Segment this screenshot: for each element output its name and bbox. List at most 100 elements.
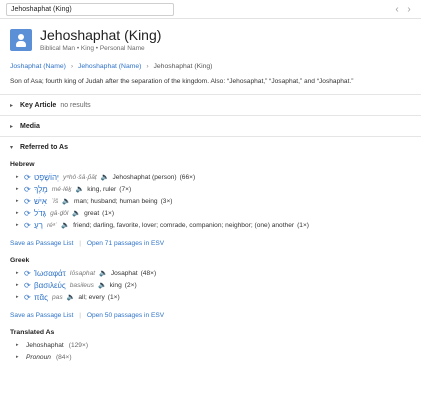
lemma-count: (1×): [107, 293, 120, 301]
section-referred[interactable]: ▾ Referred to As: [10, 137, 411, 157]
lemma-gloss: Jehoshaphat (person): [112, 173, 177, 181]
breadcrumb: Joshaphat (Name) › Jehoshaphat (Name) › …: [10, 63, 411, 70]
speaker-icon[interactable]: 🔈: [76, 185, 85, 193]
page-subtitle: Biblical Man • King • Personal Name: [40, 45, 145, 52]
lemma-gloss: king: [109, 281, 122, 289]
refresh-icon[interactable]: ⟳: [24, 185, 34, 194]
refresh-icon[interactable]: ⟳: [24, 173, 34, 182]
expand-icon: ▸: [16, 198, 19, 204]
page-title: Jehoshaphat (King): [40, 27, 162, 43]
lemma-translit: yᵉhô·šā·p̄āṭ: [63, 173, 97, 181]
speaker-icon[interactable]: 🔈: [62, 197, 71, 205]
page-header: Jehoshaphat (King) Biblical Man • King •…: [10, 27, 411, 53]
description: Son of Asa; fourth king of Judah after t…: [10, 78, 354, 85]
lemma-gloss: great: [84, 209, 100, 217]
translation-count: (129×): [68, 341, 89, 349]
lemma-gloss: man; husband; human being: [74, 197, 158, 205]
lemma-gloss: all; every: [78, 293, 105, 301]
lemma-original[interactable]: גָּדֹל: [34, 209, 46, 218]
lemma-count: (3×): [160, 197, 173, 205]
refresh-icon[interactable]: ⟳: [24, 281, 34, 290]
refresh-icon[interactable]: ⟳: [24, 221, 34, 230]
lemma-original[interactable]: מֶלֶךְ: [34, 185, 48, 194]
lemma-gloss: friend; darling, favorite, lover; comrad…: [73, 221, 295, 229]
expand-icon: ▸: [10, 123, 14, 130]
language-heading-hebrew: Hebrew: [10, 161, 35, 168]
translation-count: (84×): [55, 353, 72, 361]
translation-term: Pronoun: [26, 353, 51, 361]
speaker-icon[interactable]: 🔈: [72, 209, 81, 217]
refresh-icon[interactable]: ⟳: [24, 197, 34, 206]
expand-icon: ▸: [16, 222, 19, 228]
lemma-original[interactable]: Ἰωσαφάτ: [34, 269, 66, 278]
lemma-count: (2×): [124, 281, 137, 289]
expand-icon: ▸: [16, 354, 19, 360]
speaker-icon[interactable]: 🔈: [98, 281, 107, 289]
greek-actions: Save as Passage List | Open 50 passages …: [10, 312, 165, 319]
expand-icon: ▸: [16, 270, 19, 276]
lemma-count: (7×): [119, 185, 132, 193]
lemma-original[interactable]: πᾶς: [34, 293, 48, 302]
lemma-translit: mé·lěḵ: [51, 185, 72, 193]
list-item[interactable]: ▸ ⟳ πᾶς pas 🔈 all; every (1×): [10, 291, 411, 303]
lemma-translit: gā·ḏôl: [50, 209, 69, 217]
expand-icon: ▸: [16, 282, 19, 288]
lemma-original[interactable]: רֵעַ: [34, 221, 43, 230]
breadcrumb-link[interactable]: Joshaphat (Name): [10, 63, 66, 70]
list-item[interactable]: ▸ ⟳ מֶלֶךְ mé·lěḵ 🔈 king, ruler (7×): [10, 183, 411, 195]
main-content: Jehoshaphat (King) Biblical Man • King •…: [0, 27, 421, 363]
section-title: Media: [20, 122, 40, 130]
breadcrumb-separator: ›: [146, 63, 149, 70]
breadcrumb-current: Jehoshaphat (King): [153, 63, 213, 70]
expand-icon: ▸: [16, 210, 19, 216]
section-translated-as: Translated As: [10, 329, 55, 336]
breadcrumb-link[interactable]: Jehoshaphat (Name): [78, 63, 141, 70]
translation-term: Jehoshaphat: [26, 341, 64, 349]
section-title: Referred to As: [20, 143, 68, 151]
expand-icon: ▸: [16, 186, 19, 192]
section-media[interactable]: ▸ Media: [10, 116, 411, 136]
list-item[interactable]: ▸ ⟳ אִישׁ ʾîš 🔈 man; husband; human bein…: [10, 195, 411, 207]
speaker-icon[interactable]: 🔈: [101, 173, 110, 181]
section-key-article[interactable]: ▸ Key Article no results: [10, 95, 411, 115]
lemma-count: (1×): [297, 221, 310, 229]
save-passage-list-link[interactable]: Save as Passage List: [10, 240, 73, 247]
refresh-icon[interactable]: ⟳: [24, 293, 34, 302]
list-item[interactable]: ▸ Pronoun (84×): [10, 351, 411, 363]
lemma-count: (1×): [102, 209, 115, 217]
open-passages-link[interactable]: Open 71 passages in ESV: [87, 240, 164, 247]
lemma-count: (66×): [179, 173, 196, 181]
save-passage-list-link[interactable]: Save as Passage List: [10, 312, 73, 319]
list-item[interactable]: ▸ ⟳ גָּדֹל gā·ḏôl 🔈 great (1×): [10, 207, 411, 219]
list-item[interactable]: ▸ ⟳ יְהוֹשָׁפָט yᵉhô·šā·p̄āṭ 🔈 Jehoshaph…: [10, 171, 411, 183]
back-icon[interactable]: ‹: [391, 4, 403, 15]
expand-icon: ▸: [16, 294, 19, 300]
list-item[interactable]: ▸ ⟳ βασιλεύς basileus 🔈 king (2×): [10, 279, 411, 291]
list-item[interactable]: ▸ Jehoshaphat (129×): [10, 339, 411, 351]
open-passages-link[interactable]: Open 50 passages in ESV: [87, 312, 164, 319]
list-item[interactable]: ▸ ⟳ Ἰωσαφάτ Iōsaphat 🔈 Josaphat (48×): [10, 267, 411, 279]
section-title: Key Article: [20, 101, 57, 109]
refresh-icon[interactable]: ⟳: [24, 269, 34, 278]
person-icon: [10, 29, 32, 51]
lemma-gloss: king, ruler: [87, 185, 117, 193]
speaker-icon[interactable]: 🔈: [99, 269, 108, 277]
search-input[interactable]: Jehoshaphat (King): [6, 2, 174, 16]
lemma-translit: ʾîš: [50, 197, 59, 205]
list-item[interactable]: ▸ ⟳ רֵעַ réᵃʿ 🔈 friend; darling, favorit…: [10, 219, 411, 231]
forward-icon[interactable]: ›: [403, 4, 415, 15]
lemma-original[interactable]: βασιλεύς: [34, 281, 66, 290]
lemma-count: (48×): [140, 269, 157, 277]
speaker-icon[interactable]: 🔈: [67, 293, 76, 301]
lemma-translit: basileus: [69, 281, 94, 289]
lemma-original[interactable]: יְהוֹשָׁפָט: [34, 173, 59, 182]
lemma-gloss: Josaphat: [110, 269, 138, 277]
expand-icon: ▸: [10, 102, 14, 109]
speaker-icon[interactable]: 🔈: [61, 221, 70, 229]
language-heading-greek: Greek: [10, 257, 30, 264]
hebrew-actions: Save as Passage List | Open 71 passages …: [10, 240, 165, 247]
lemma-original[interactable]: אִישׁ: [34, 197, 47, 206]
search-input-value: Jehoshaphat (King): [11, 5, 72, 13]
refresh-icon[interactable]: ⟳: [24, 209, 34, 218]
lemma-translit: réᵃʿ: [46, 221, 58, 229]
